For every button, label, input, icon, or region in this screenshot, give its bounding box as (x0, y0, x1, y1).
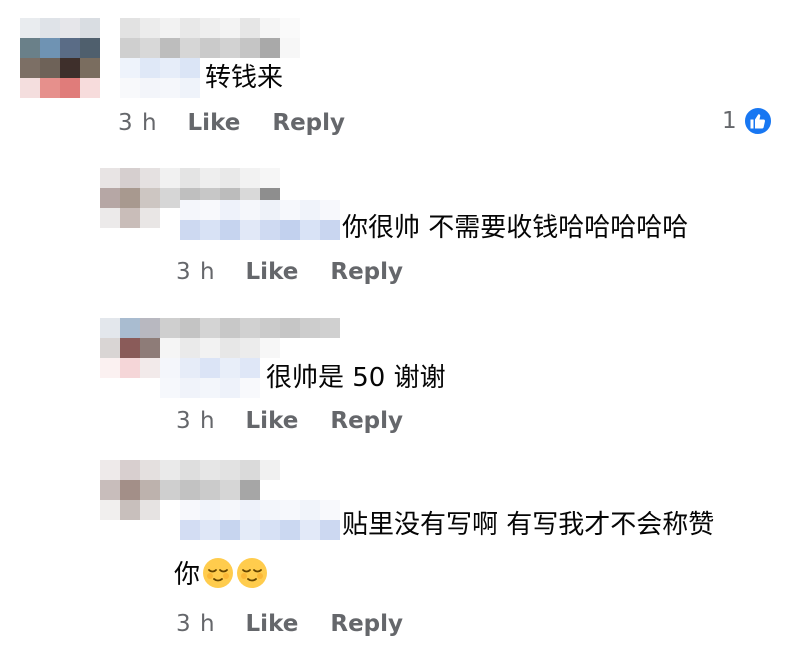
reply-button[interactable]: Reply (330, 408, 403, 434)
comment-time[interactable]: 3 h (176, 611, 216, 637)
reply-button[interactable]: Reply (330, 259, 403, 285)
avatar[interactable] (100, 318, 160, 378)
relieved-face-emoji (202, 557, 234, 589)
comment-actions: 3 h Like Reply (176, 259, 403, 285)
comment-time[interactable]: 3 h (118, 110, 158, 136)
commenter-name-redacted[interactable] (120, 18, 300, 58)
like-button[interactable]: Like (188, 110, 241, 136)
comment-text-cont: 你 (174, 560, 201, 590)
comment-text-continued: 你 (174, 557, 268, 592)
comment-time[interactable]: 3 h (176, 259, 216, 285)
comment-time[interactable]: 3 h (176, 408, 216, 434)
reaction-summary[interactable]: 1 (722, 106, 773, 136)
commenter-name-redacted[interactable] (160, 460, 280, 500)
comment-actions: 3 h Like Reply (176, 408, 403, 434)
commenter-name-redacted[interactable] (160, 318, 340, 358)
relieved-face-emoji (236, 557, 268, 589)
comment-text: 转钱来 (205, 63, 284, 93)
like-button[interactable]: Like (246, 611, 299, 637)
avatar[interactable] (100, 168, 160, 228)
avatar[interactable] (20, 18, 100, 98)
comment-actions: 3 h Like Reply (176, 611, 403, 637)
thumbs-up-icon (742, 106, 773, 136)
reaction-count: 1 (722, 108, 737, 134)
mention-redacted[interactable] (180, 200, 340, 240)
reply-button[interactable]: Reply (330, 611, 403, 637)
reply-button[interactable]: Reply (272, 110, 345, 136)
avatar[interactable] (100, 460, 160, 520)
comment-text: 你很帅 不需要收钱哈哈哈哈哈 (342, 213, 689, 243)
comment-text: 贴里没有写啊 有写我才不会称赞 (342, 510, 715, 540)
like-button[interactable]: Like (246, 259, 299, 285)
mention-redacted[interactable] (120, 58, 200, 98)
mention-redacted[interactable] (160, 358, 260, 398)
mention-redacted[interactable] (180, 500, 340, 540)
comment-actions: 3 h Like Reply (118, 110, 345, 136)
comment-text: 很帅是 50 谢谢 (266, 363, 446, 393)
like-button[interactable]: Like (246, 408, 299, 434)
